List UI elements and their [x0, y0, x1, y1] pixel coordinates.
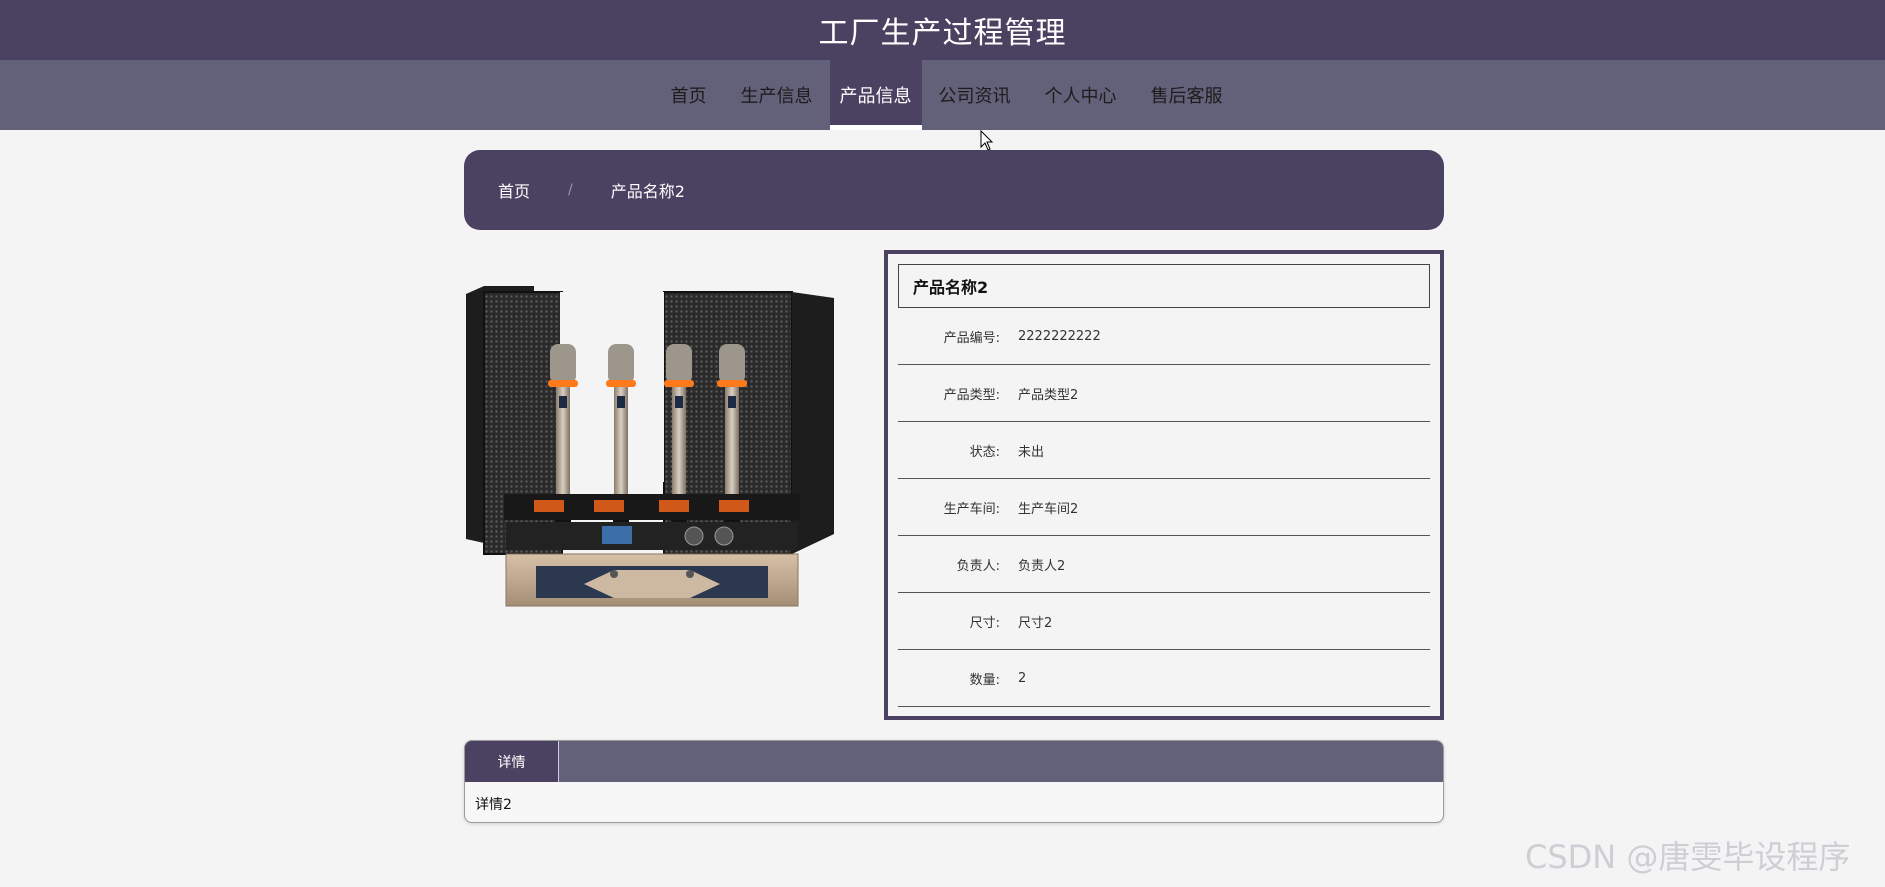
tab-content: 详情2 — [475, 797, 512, 813]
watermark: CSDN @唐雯毕设程序 — [1525, 838, 1851, 876]
product-detail-card: 产品名称2 产品编号: 2222222222 产品类型: 产品类型2 状态: 未… — [884, 250, 1444, 720]
field-value: 2 — [1018, 670, 1027, 686]
field-value: 未出 — [1018, 444, 1045, 460]
field-label: 产品类型: — [943, 387, 1000, 403]
field-value: 产品类型2 — [1018, 387, 1079, 403]
field-row-manager: 负责人: 负责人2 — [898, 536, 1430, 593]
field-row-status: 状态: 未出 — [898, 422, 1430, 479]
site-title: 工厂生产过程管理 — [818, 16, 1067, 51]
field-label: 产品编号: — [943, 330, 1000, 346]
nav-item-production-info[interactable]: 生产信息 — [724, 60, 830, 130]
product-image — [466, 286, 834, 607]
nav-item-after-sales[interactable]: 售后客服 — [1134, 60, 1240, 130]
field-row-quantity: 数量: 2 — [898, 650, 1430, 707]
nav-item-company-news[interactable]: 公司资讯 — [922, 60, 1028, 130]
mouse-cursor-icon — [980, 130, 994, 151]
main-nav: 首页 生产信息 产品信息 公司资讯 个人中心 售后客服 — [0, 60, 1885, 130]
field-row-product-type: 产品类型: 产品类型2 — [898, 365, 1430, 422]
field-value: 2222222222 — [1018, 328, 1101, 344]
field-row-size: 尺寸: 尺寸2 — [898, 593, 1430, 650]
field-label: 状态: — [969, 444, 1000, 460]
site-header: 工厂生产过程管理 — [0, 0, 1885, 60]
breadcrumb-current: 产品名称2 — [610, 182, 685, 201]
breadcrumb: 首页 / 产品名称2 — [464, 150, 1444, 230]
field-label: 生产车间: — [943, 501, 1000, 517]
nav-item-personal-center[interactable]: 个人中心 — [1028, 60, 1134, 130]
field-label: 负责人: — [956, 558, 1000, 574]
field-row-product-code: 产品编号: 2222222222 — [898, 308, 1430, 365]
breadcrumb-separator: / — [568, 182, 573, 198]
field-value: 尺寸2 — [1018, 615, 1053, 631]
detail-tabs: 详情 详情2 — [464, 740, 1444, 823]
product-name-title: 产品名称2 — [898, 264, 1430, 308]
field-label: 数量: — [969, 672, 1000, 688]
tabs-header: 详情 — [465, 741, 1443, 782]
field-value: 负责人2 — [1018, 558, 1066, 574]
field-value: 生产车间2 — [1018, 501, 1079, 517]
field-row-workshop: 生产车间: 生产车间2 — [898, 479, 1430, 536]
nav-item-product-info[interactable]: 产品信息 — [829, 60, 922, 130]
breadcrumb-home-link[interactable]: 首页 — [498, 178, 530, 202]
tab-details[interactable]: 详情 — [465, 741, 559, 782]
nav-item-home[interactable]: 首页 — [654, 60, 724, 130]
field-label: 尺寸: — [969, 615, 1000, 631]
